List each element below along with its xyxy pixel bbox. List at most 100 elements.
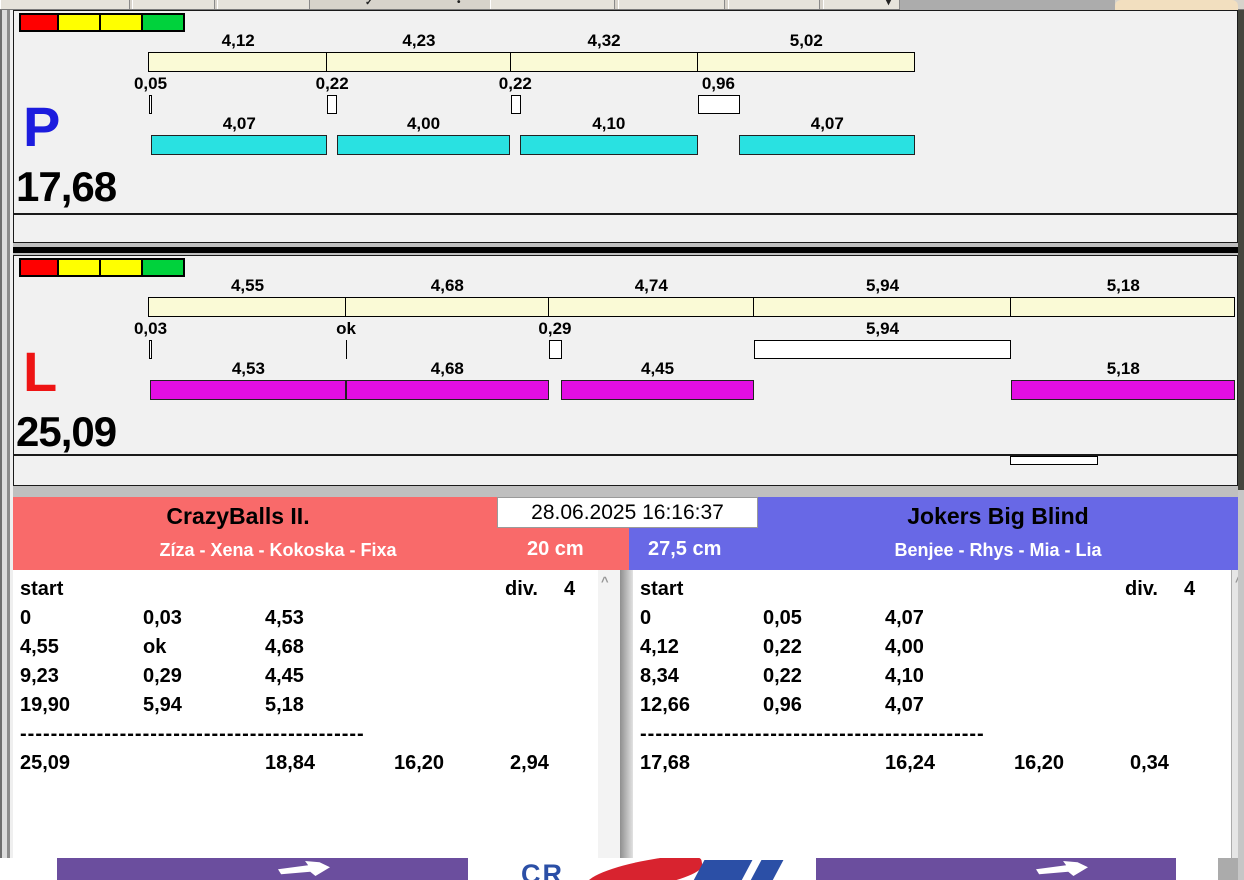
dog-time-bar <box>561 380 754 400</box>
cell-dog-time: 4,68 <box>265 636 304 658</box>
toolbar-spacer <box>900 0 1115 10</box>
split-segment <box>148 297 346 317</box>
dog-labels-row: 4,53 4,68 4,45 5,18 <box>14 359 1237 381</box>
cell-start-time: 9,23 <box>20 665 59 687</box>
split-segment <box>345 297 549 317</box>
rerun-marker-box <box>1010 456 1098 465</box>
toolbar-button[interactable] <box>0 0 130 9</box>
totals-row: 25,09 18,84 16,20 2,94 <box>13 752 598 781</box>
traffic-light-cell <box>57 258 101 277</box>
split-bar-row <box>14 297 1237 317</box>
dog-labels-row: 4,07 4,00 4,10 4,07 <box>14 114 1237 136</box>
scroll-up-icon[interactable]: ^ <box>601 574 609 589</box>
window-tab[interactable] <box>1115 0 1238 10</box>
traffic-light-cell <box>57 13 101 32</box>
changeover-label: 0,03 <box>133 319 168 338</box>
split-segment <box>326 52 511 72</box>
net-time: 18,84 <box>265 752 316 774</box>
check-icon: ✓ <box>365 0 374 8</box>
cell-start-time: 4,12 <box>640 636 679 658</box>
cell-dog-time: 4,07 <box>885 607 924 629</box>
table-row: 0 0,03 4,53 <box>13 607 598 636</box>
division-label: div. <box>505 578 538 600</box>
table-rows: start div. 4 0 0,03 4,53 4,55 ok 4,68 9,23 0,29… <box>13 578 598 781</box>
window-border-right-lower <box>1238 490 1244 880</box>
lane-letter: L <box>23 340 58 403</box>
table-row: 12,66 0,96 4,07 <box>633 694 1231 723</box>
changeover-box <box>149 95 152 114</box>
dog-time-bar <box>520 135 698 155</box>
lane-total-time: 25,09 <box>16 408 117 455</box>
lane-panel-p: 4,12 4,23 4,32 5,02 0,05 0,22 0,22 0,96 4,07 4,… <box>13 10 1238 214</box>
diff-time: 2,94 <box>510 752 549 774</box>
cell-changeover: 5,94 <box>143 694 182 716</box>
cell-dog-time: 4,07 <box>885 694 924 716</box>
dog-time-label: 4,07 <box>222 114 256 133</box>
table-left-scrollbar[interactable]: ^ <box>598 570 620 858</box>
split-labels-row: 4,55 4,68 4,74 5,94 5,18 <box>14 276 1237 298</box>
logo-blue-shape <box>746 860 784 880</box>
total-time: 25,09 <box>20 752 71 774</box>
changeover-box <box>327 95 338 114</box>
toolbar-button[interactable] <box>728 0 820 9</box>
table-header-row: start div. 4 <box>633 578 1231 607</box>
dog-time-label: 4,10 <box>592 114 626 133</box>
division-value: 4 <box>1184 578 1196 600</box>
changeover-label: 0,96 <box>701 74 735 93</box>
total-time: 17,68 <box>640 752 691 774</box>
cell-start-time: 4,55 <box>20 636 59 658</box>
dot-icon: • <box>457 0 461 8</box>
changeover-box <box>510 95 521 114</box>
toolbar-button[interactable] <box>132 0 215 9</box>
timestamp: 28.06.2025 16:16:37 <box>497 497 758 528</box>
cell-start-time: 0 <box>640 607 652 629</box>
team-name: Jokers Big Blind <box>907 503 1089 529</box>
split-time-label: 4,32 <box>587 31 621 50</box>
changeover-label: 5,94 <box>865 319 900 338</box>
toolbar-button[interactable] <box>490 0 615 9</box>
changeover-labels-row: 0,03 ok 0,29 5,94 <box>14 319 1237 341</box>
split-time-label: 4,12 <box>221 31 255 50</box>
traffic-light-cell <box>99 13 143 32</box>
cell-dog-time: 4,53 <box>265 607 304 629</box>
dog-time-label: 4,07 <box>810 114 844 133</box>
cell-changeover: 0,96 <box>763 694 802 716</box>
separator-row: ----------------------------------------… <box>13 723 598 752</box>
division-value: 4 <box>564 578 576 600</box>
cell-start-time: 12,66 <box>640 694 691 716</box>
toolbar-button[interactable] <box>618 0 725 9</box>
panel-splitter[interactable] <box>620 570 633 858</box>
lane-p-bottom-strip <box>13 214 1238 243</box>
dog-bars-row <box>14 380 1237 400</box>
split-segment <box>1010 297 1236 317</box>
team-dogs: Zíza - Xena - Kokoska - Fixa <box>159 540 397 560</box>
lane-total-time: 17,68 <box>16 163 117 210</box>
changeover-label: 0,29 <box>538 319 572 338</box>
chevron-down-icon: ▾ <box>886 0 892 8</box>
dog-time-bar <box>336 135 511 155</box>
changeover-box <box>697 95 740 114</box>
cell-changeover: 0,22 <box>763 665 802 687</box>
record-time: 16,20 <box>394 752 445 774</box>
table-row: 9,23 0,29 4,45 <box>13 665 598 694</box>
sponsor-banner: CR <box>0 858 1244 880</box>
changeover-box <box>548 340 562 359</box>
split-time-label: 4,55 <box>230 276 265 295</box>
dog-time-bar <box>150 380 347 400</box>
lane-panel-l: 4,55 4,68 4,74 5,94 5,18 0,03 ok 0,29 5,94 4,53… <box>13 255 1238 455</box>
split-bar-row <box>14 52 1237 72</box>
cell-changeover: 0,03 <box>143 607 182 629</box>
split-time-label: 5,02 <box>789 31 823 50</box>
cell-dog-time: 5,18 <box>265 694 304 716</box>
split-time-label: 4,68 <box>430 276 464 295</box>
toolbar-button[interactable] <box>217 0 310 9</box>
changeover-box <box>149 340 152 359</box>
traffic-light-cell <box>141 13 185 32</box>
start-traffic-light <box>19 258 185 277</box>
start-header: start <box>20 578 64 600</box>
banner-purple-right <box>816 858 1176 880</box>
traffic-light-cell <box>99 258 143 277</box>
changeover-box <box>753 340 1011 359</box>
start-header: start <box>640 578 684 600</box>
split-labels-row: 4,12 4,23 4,32 5,02 <box>14 31 1237 53</box>
